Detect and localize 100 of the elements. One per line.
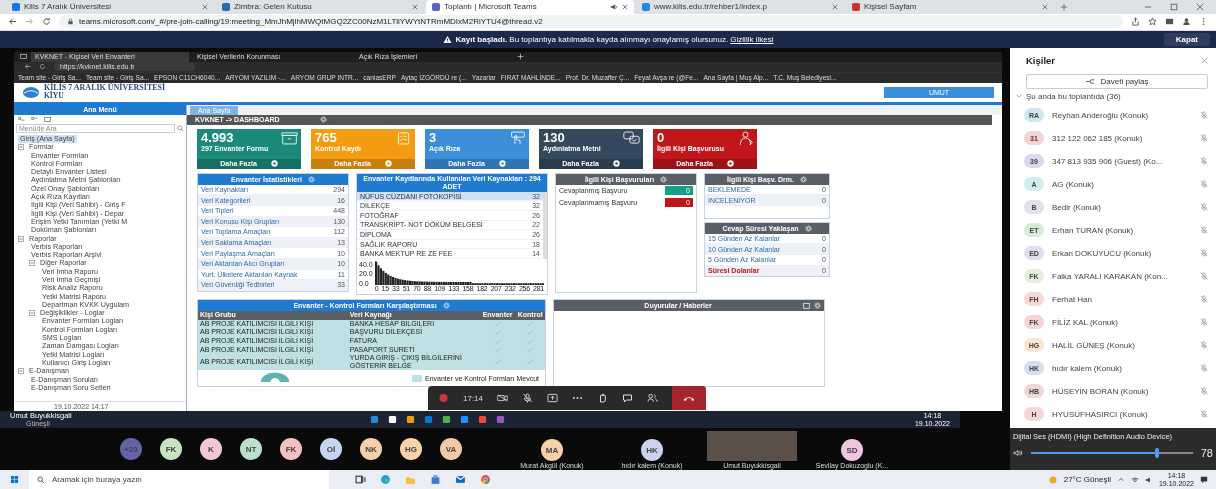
camera-off-icon[interactable] (497, 393, 509, 404)
lock-icon (67, 18, 74, 26)
window-icon[interactable] (44, 115, 51, 123)
weather-text[interactable]: 27°C Güneşli (1063, 475, 1111, 484)
settings-icon[interactable] (660, 175, 668, 183)
chevron-up-icon[interactable] (1116, 475, 1125, 484)
browser-tab[interactable]: Toplantı | Microsoft Teams (426, 0, 634, 14)
settings-icon[interactable] (804, 224, 812, 232)
share-icon (1085, 77, 1096, 85)
mail-icon[interactable] (455, 474, 466, 485)
task-view-icon[interactable] (355, 474, 366, 485)
settings-icon[interactable] (442, 301, 450, 309)
reload-icon[interactable] (39, 63, 46, 71)
participant-avatar[interactable]: VA (440, 438, 462, 461)
tile-value: 130 (543, 130, 566, 145)
calendar-icon[interactable] (803, 301, 810, 309)
tile-value: 3 (429, 130, 438, 145)
collapse-toggle-icon[interactable] (18, 144, 24, 151)
expand-all-icon[interactable] (18, 115, 25, 123)
close-icon[interactable] (1042, 3, 1048, 10)
close-icon[interactable] (622, 3, 628, 10)
speaker-icon[interactable] (1013, 449, 1023, 458)
caret-icon[interactable] (1016, 93, 1022, 100)
search-icon[interactable] (177, 125, 184, 133)
close-icon[interactable] (1196, 2, 1204, 11)
participant-avatar[interactable]: NK (360, 438, 382, 461)
close-icon[interactable] (412, 3, 418, 10)
share-screen-icon[interactable] (547, 393, 559, 404)
collapse-toggle-icon[interactable] (18, 235, 24, 242)
forward-icon[interactable] (25, 17, 34, 27)
sidebar-icon[interactable] (1165, 17, 1174, 27)
network-icon[interactable] (1130, 475, 1139, 484)
microphone-off-icon (1200, 249, 1208, 258)
browser-tab[interactable]: Zimbra: Gelen Kutusu (216, 0, 424, 14)
settings-icon[interactable] (307, 175, 315, 183)
address-bar[interactable]: teams.microsoft.com/_#/pre-join-calling/19:meeting_MmJhMjlhMWQtMGQ2ZC00NzM1LTliYWYtNTRmMDIxM2RiYTU4@thread.v2 (59, 15, 1123, 29)
settings-icon[interactable] (814, 301, 821, 309)
store-icon[interactable] (430, 474, 441, 485)
settings-icon[interactable] (799, 175, 807, 183)
microphone-off-icon (1200, 226, 1208, 235)
browser-tab[interactable]: Kişisel Sayfam (846, 0, 1054, 14)
participant-avatar[interactable]: NT (240, 438, 262, 461)
close-icon[interactable] (202, 3, 208, 10)
profile-icon[interactable] (1182, 17, 1191, 27)
call-timer: 17:14 (463, 393, 484, 403)
new-tab-icon[interactable] (1060, 2, 1068, 11)
hang-up-button[interactable] (672, 386, 707, 411)
raise-hand-icon[interactable] (597, 393, 609, 404)
share-invite-button[interactable]: Daveti paylaş (1026, 73, 1208, 89)
back-icon[interactable] (24, 63, 31, 71)
microphone-off-icon (1200, 272, 1208, 281)
chat-icon[interactable] (622, 393, 634, 404)
microphone-off-icon (1200, 111, 1208, 120)
close-icon[interactable] (1201, 57, 1208, 65)
windows-start-icon[interactable] (10, 475, 19, 484)
university-name: KİLİS 7 ARALIK ÜNİVERSİTESİ (44, 83, 166, 92)
tile-value: 4.993 (201, 130, 235, 145)
search-icon[interactable] (37, 475, 45, 484)
participant-avatar[interactable]: Oİ (320, 438, 342, 461)
speaker-icon[interactable] (610, 2, 618, 11)
collapse-toggle-icon[interactable] (29, 310, 35, 317)
section-header[interactable]: Şu anda bu toplantıda (36) (1026, 91, 1121, 101)
microphone-off-icon (1200, 341, 1208, 350)
participant-avatar[interactable]: MA (541, 439, 563, 461)
participant-avatar[interactable]: HK (641, 439, 663, 461)
participant-avatar[interactable]: FK (160, 438, 182, 461)
maximize-icon[interactable] (1170, 2, 1178, 11)
share-icon[interactable] (1131, 17, 1140, 27)
participant-avatar[interactable]: FK (280, 438, 302, 461)
participant-avatar[interactable]: HG (400, 438, 422, 461)
taskbar-search-field[interactable]: Aramak için buraya yazın (50, 474, 304, 485)
back-icon[interactable] (8, 17, 17, 27)
privacy-link[interactable]: Gizlilik ilkesi (730, 34, 774, 44)
edge-browser-icon[interactable] (380, 474, 391, 485)
participant-avatar[interactable]: K (200, 438, 222, 461)
collapse-toggle-icon[interactable] (18, 368, 24, 375)
collapse-toggle-icon[interactable] (29, 260, 35, 267)
notifications-icon[interactable] (1200, 475, 1208, 484)
warning-icon (442, 34, 452, 44)
panel-title: Kişiler (1026, 55, 1056, 67)
microphone-off-icon[interactable] (522, 393, 534, 404)
close-button[interactable]: Kapat (1163, 32, 1210, 46)
browser-tab[interactable]: Kilis 7 Aralık Üniversitesi (6, 0, 214, 14)
close-icon[interactable] (832, 3, 838, 10)
people-icon[interactable] (647, 393, 659, 404)
chrome-browser-icon[interactable] (480, 474, 491, 485)
taskbar-search-box[interactable]: Aramak için buraya yazın (29, 470, 329, 489)
browser-tab[interactable]: www.kilis.edu.tr/rehber1/index.p (636, 0, 844, 14)
phone-icon (683, 394, 696, 402)
university-logo-icon (22, 85, 40, 99)
participant-avatar[interactable]: SD (841, 439, 863, 461)
microphone-off-icon (1200, 364, 1208, 373)
collapse-all-icon[interactable] (31, 115, 38, 123)
volume-reading: 78 (1200, 447, 1213, 460)
star-icon[interactable] (1148, 17, 1157, 27)
reload-icon[interactable] (42, 17, 51, 27)
settings-icon[interactable] (319, 116, 327, 124)
donut-chart-drawing (258, 370, 292, 382)
volume-icon[interactable] (1144, 475, 1153, 484)
microphone-off-icon (1200, 410, 1208, 419)
